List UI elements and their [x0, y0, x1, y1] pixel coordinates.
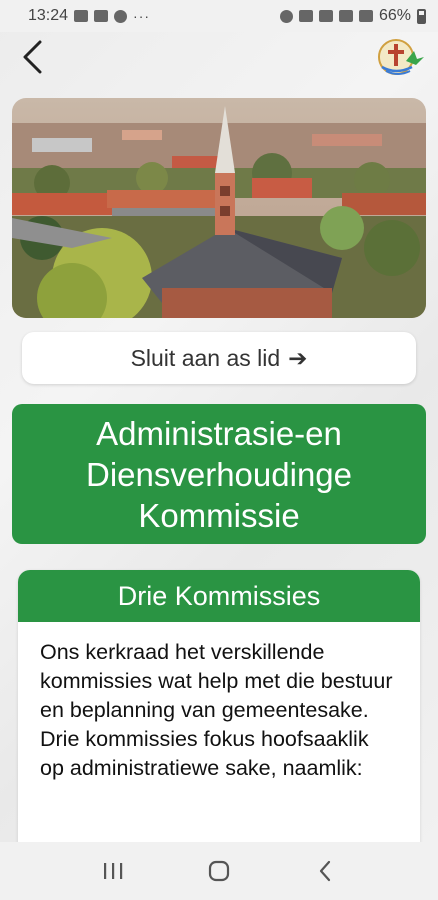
join-as-member-button[interactable]: Sluit aan as lid ➔ — [22, 332, 416, 384]
signal-icon — [358, 10, 373, 22]
status-bar: 13:24 ··· 66% — [0, 0, 438, 32]
page-title-line-1: Administrasie-en — [96, 414, 342, 452]
status-right: 66% — [279, 7, 426, 25]
nav-back-button[interactable] — [303, 849, 347, 893]
status-time: 13:24 — [28, 7, 69, 24]
info-card: Drie Kommissies Ons kerkraad het verskil… — [18, 570, 420, 870]
recent-apps-button[interactable] — [91, 849, 135, 893]
page-title-line-2: Diensverhoudinge — [85, 455, 352, 493]
home-button[interactable] — [197, 849, 241, 893]
battery-percent: 66% — [378, 7, 411, 24]
mute-icon — [298, 10, 313, 22]
home-icon — [208, 860, 230, 882]
join-label: Sluit aan as lid — [130, 344, 281, 371]
whatsapp-icon — [114, 9, 128, 23]
card-body: Ons kerkraad het verskillende kommissies… — [18, 622, 420, 783]
wifi-icon — [338, 10, 353, 22]
chevron-left-icon — [23, 40, 42, 74]
card-title: Drie Kommissies — [18, 570, 420, 622]
page-title-line-3: Kommissie — [138, 496, 300, 534]
back-button[interactable] — [14, 37, 50, 77]
more-notifications-icon: ··· — [133, 8, 151, 24]
status-left: 13:24 ··· — [28, 7, 150, 25]
church-logo-icon — [376, 37, 426, 77]
card-paragraph-2: Drie kommissies fokus hoofsaaklik op adm… — [40, 727, 369, 780]
church-photo — [12, 98, 426, 318]
system-nav-bar — [0, 842, 438, 900]
alarm-icon — [279, 9, 293, 23]
youtube-icon — [74, 10, 89, 22]
arrow-right-icon: ➔ — [288, 344, 308, 371]
nfc-icon — [318, 10, 333, 22]
card-paragraph-1: Ons kerkraad het verskillende kommissies… — [40, 640, 393, 722]
battery-icon — [417, 8, 426, 24]
page-title: Administrasie-en Diensverhoudinge Kommis… — [12, 404, 426, 544]
recent-apps-icon — [104, 863, 123, 879]
back-icon — [319, 860, 331, 882]
message-icon — [94, 10, 109, 22]
app-header — [0, 32, 438, 82]
